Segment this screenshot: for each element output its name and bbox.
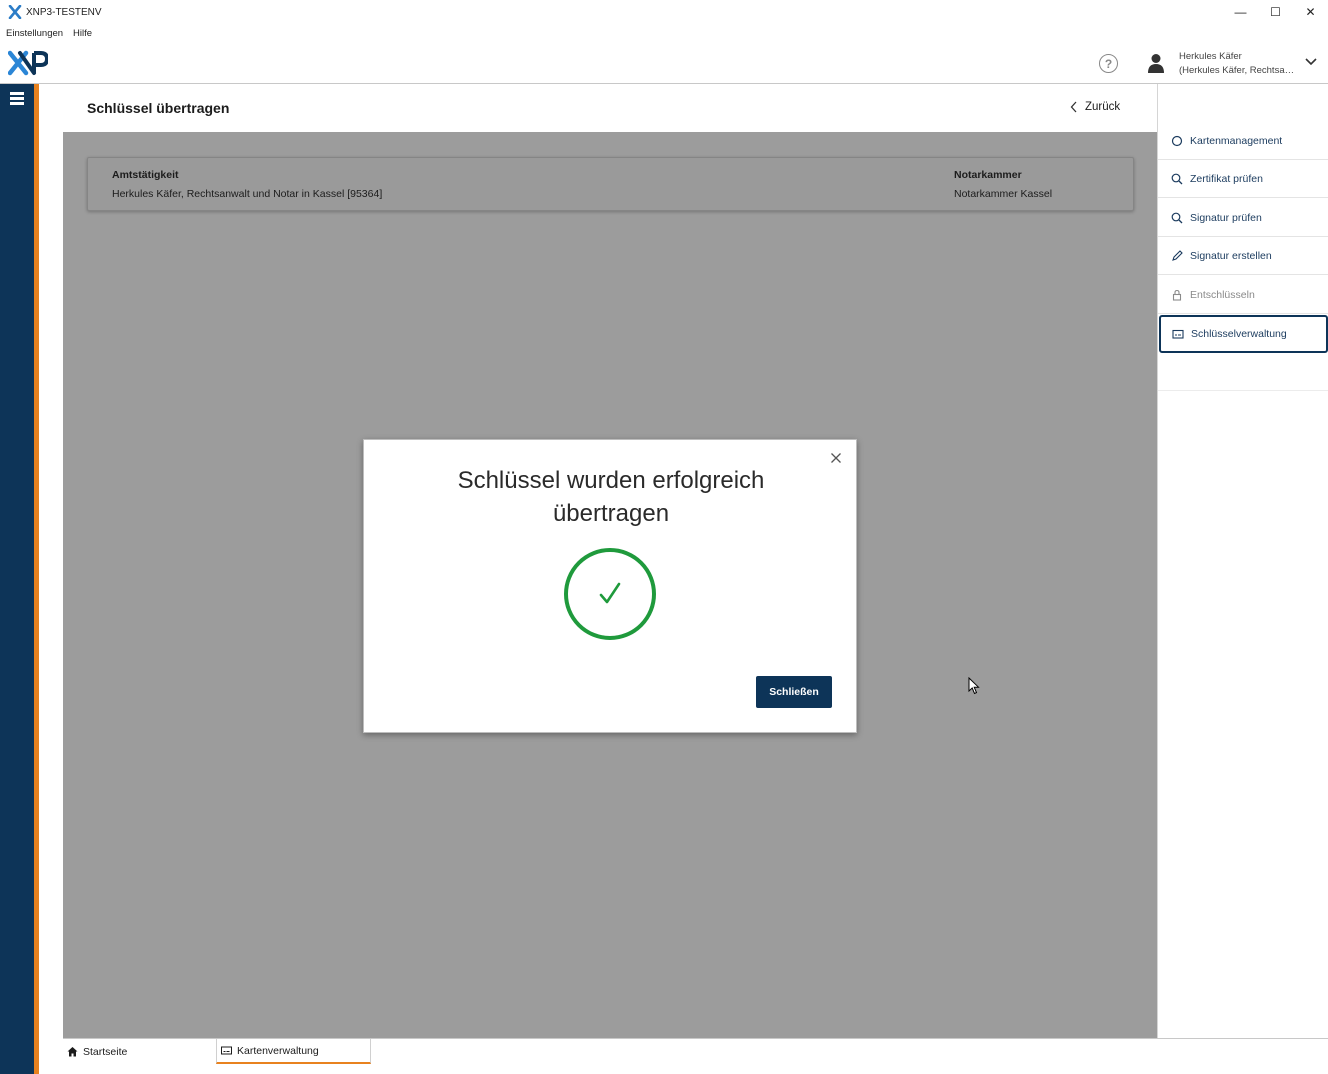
hamburger-menu-icon[interactable] [10,92,24,105]
chevron-down-icon[interactable] [1304,57,1318,67]
back-link[interactable]: Zurück [1070,101,1120,113]
success-dialog: Schlüssel wurden erfolgreich übertragen … [363,439,857,733]
sidebar-item-signatur-pruefen[interactable]: Signatur prüfen [1158,199,1328,237]
left-nav-strip [0,84,34,1074]
tab-label: Startseite [83,1045,128,1058]
home-icon [67,1047,78,1057]
sidebar-empty-row [1158,353,1328,391]
card-icon [1172,329,1184,339]
lock-icon [1172,289,1182,301]
window-titlebar: XNP3-TESTENV — ☐ ✕ [0,0,1328,24]
info-card: Amtstätigkeit Herkules Käfer, Rechtsanwa… [87,157,1134,211]
tab-startseite[interactable]: Startseite [67,1039,215,1064]
search-icon [1171,212,1183,223]
menu-hilfe[interactable]: Hilfe [73,28,92,39]
app-x-icon [8,5,22,19]
menu-bar: Einstellungen Hilfe [0,24,1328,42]
sidebar-item-label: Schlüsselverwaltung [1191,328,1287,340]
chevron-left-icon [1070,101,1077,113]
tab-label: Kartenverwaltung [237,1044,319,1057]
back-label: Zurück [1085,101,1121,113]
sidebar-item-label: Zertifikat prüfen [1190,172,1263,185]
mouse-cursor-icon [968,677,980,695]
sidebar-item-kartenmanagement[interactable]: Kartenmanagement [1158,122,1328,160]
sidebar-item-label: Signatur erstellen [1190,249,1272,262]
maximize-button[interactable]: ☐ [1258,0,1293,24]
question-circle-icon[interactable]: ? [1099,54,1118,73]
pencil-icon [1172,249,1183,261]
page-title: Schlüssel übertragen [87,100,230,116]
user-name: Herkules Käfer [1179,51,1242,62]
tab-kartenverwaltung[interactable]: Kartenverwaltung [216,1039,371,1064]
close-icon[interactable] [830,452,842,464]
user-avatar-icon[interactable] [1147,53,1165,73]
close-window-button[interactable]: ✕ [1293,0,1328,24]
chamber-label: Notarkammer [954,169,1022,181]
sidebar-item-schluesselverwaltung[interactable]: Schlüsselverwaltung [1159,315,1328,353]
sidebar-item-label: Kartenmanagement [1190,134,1283,147]
left-gap [39,84,63,1074]
window-title: XNP3-TESTENV [26,6,102,18]
user-info[interactable]: Herkules Käfer (Herkules Käfer, Rechtsa… [1179,50,1294,78]
right-sidebar: Kartenmanagement Zertifikat prüfen Signa… [1157,84,1328,1038]
search-icon [1171,173,1183,184]
office-value: Herkules Käfer, Rechtsanwalt und Notar i… [112,188,383,200]
sidebar-item-label: Entschlüsseln [1190,288,1255,301]
sidebar-item-label: Signatur prüfen [1190,211,1262,224]
close-dialog-button[interactable]: Schließen [756,676,832,708]
sidebar-item-zertifikat-pruefen[interactable]: Zertifikat prüfen [1158,160,1328,198]
sidebar-item-entschluesseln[interactable]: Entschlüsseln [1158,276,1328,314]
user-role: (Herkules Käfer, Rechtsa… [1179,65,1295,76]
circle-icon [1171,135,1183,146]
minimize-button[interactable]: — [1223,0,1258,24]
menu-einstellungen[interactable]: Einstellungen [6,28,63,39]
app-header: ? Herkules Käfer (Herkules Käfer, Rechts… [0,42,1328,84]
dialog-title: Schlüssel wurden erfolgreich übertragen [457,467,765,527]
page-header: Schlüssel übertragen Zurück [63,84,1157,132]
card-icon [221,1046,232,1055]
bottom-tab-bar: Startseite Kartenverwaltung [63,1038,1328,1074]
chamber-value: Notarkammer Kassel [954,188,1053,200]
window-controls: — ☐ ✕ [1223,0,1328,24]
success-check-icon [564,548,656,640]
sidebar-item-signatur-erstellen[interactable]: Signatur erstellen [1158,237,1328,275]
xnp-logo[interactable] [8,50,48,76]
office-label: Amtstätigkeit [112,169,179,181]
